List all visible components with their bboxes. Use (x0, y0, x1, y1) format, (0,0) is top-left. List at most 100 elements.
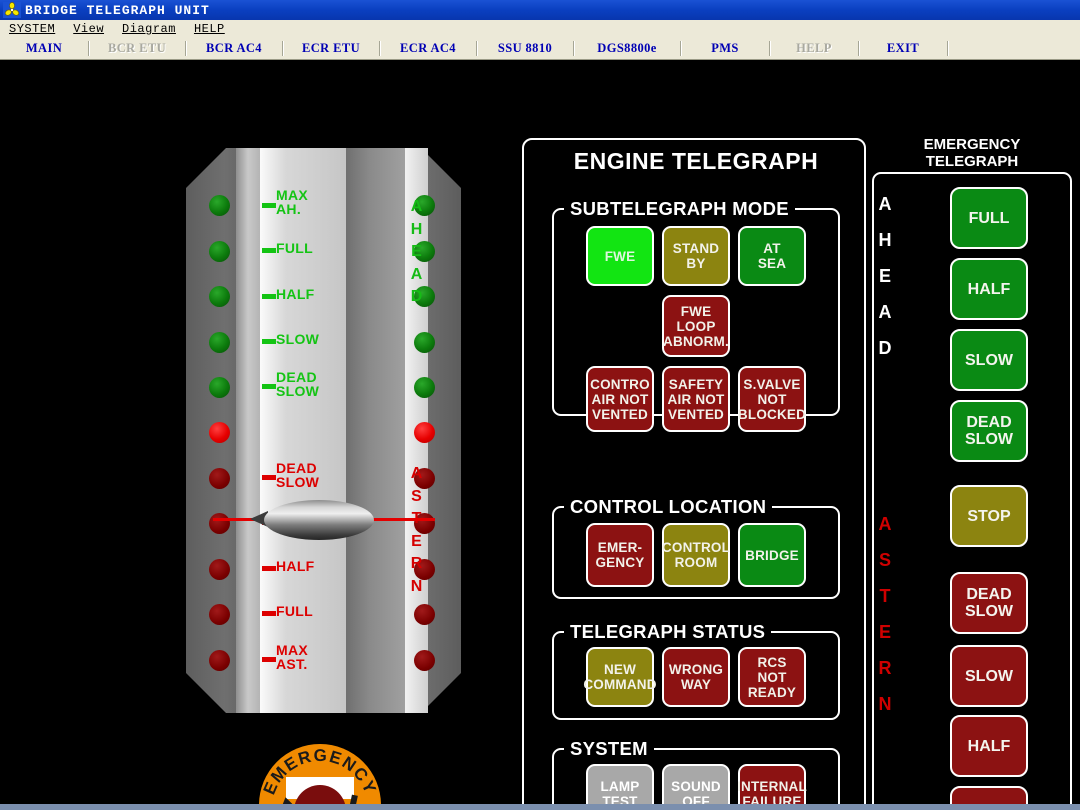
telegraph-lamp-astern-max-left (209, 650, 230, 671)
telegraph-tick-ahead-dead-slow (262, 384, 276, 389)
telegraph-lamp-astern-full-right (414, 604, 435, 625)
emergency-telegraph-astern-letter-a: A (878, 514, 892, 534)
indicator-at-sea[interactable]: AT SEA (738, 226, 806, 286)
emergency-button-astern-dead-slow[interactable]: DEAD SLOW (950, 572, 1028, 634)
telegraph-lamp-ahead-slow-right (414, 332, 435, 353)
indicator-wrong-way[interactable]: WRONG WAY (662, 647, 730, 707)
button-sound-off[interactable]: SOUND OFF (662, 764, 730, 804)
telegraph-pointer-body[interactable] (264, 500, 374, 540)
telegraph-lamp-ahead-half-left (209, 286, 230, 307)
indicator-internal-failure[interactable]: INTERNAL FAILURE (737, 764, 807, 804)
menu-item-view[interactable]: View (64, 22, 113, 36)
emergency-button-ahead-full[interactable]: FULL (950, 187, 1028, 249)
group-telegraph-status: TELEGRAPH STATUS NEW COMMAND WRONG WAY R… (552, 621, 840, 720)
group-control-location-legend: CONTROL LOCATION (570, 496, 767, 517)
emergency-telegraph-ahead-letter-a2: A (878, 302, 892, 322)
telegraph-word-astern: ASTERN (410, 465, 423, 595)
toolbar-button-pms-label: PMS (711, 41, 739, 55)
toolbar-button-main[interactable]: MAIN (0, 38, 88, 59)
telegraph-plate-scale (260, 148, 346, 713)
indicator-new-command[interactable]: NEW COMMAND (583, 647, 657, 707)
group-control-location: CONTROL LOCATION EMER- GENCY CONTROL ROO… (552, 496, 840, 599)
emergency-telegraph-ahead-letter-d: D (878, 338, 892, 358)
toolbar-button-ssu-8810-label: SSU 8810 (497, 41, 553, 55)
emergency-telegraph: EMERGENCY TELEGRAPH A H E A D A S T E R N… (872, 136, 1072, 804)
menu-item-diagram[interactable]: Diagram (113, 22, 185, 36)
telegraph-tick-ahead-full (262, 248, 276, 253)
indicator-control-room[interactable]: CONTROL ROOM (662, 523, 730, 587)
toolbar-button-ecr-ac4[interactable]: ECR AC4 (380, 38, 476, 59)
telegraph-lamp-astern-max-right (414, 650, 435, 671)
menu-item-view-label: View (73, 22, 105, 36)
emergency-button-astern-half[interactable]: HALF (950, 715, 1028, 777)
indicator-bridge[interactable]: BRIDGE (738, 523, 806, 587)
menu-item-system[interactable]: SYSTEM (0, 22, 64, 36)
telegraph-lamp-ahead-slow-left (209, 332, 230, 353)
toolbar-button-ecr-ac4-label: ECR AC4 (400, 41, 456, 55)
telegraph-lamp-stop-right (414, 422, 435, 443)
telegraph-dial[interactable]: MAX AH. FULL HALF SLOW DEAD SLOW DEAD SL… (186, 148, 461, 713)
telegraph-plate-left (236, 148, 260, 713)
indicator-emergency[interactable]: EMER- GENCY (586, 523, 654, 587)
indicator-safety-valve-not-blocked[interactable]: S.VALVE NOT BLOCKED (738, 366, 806, 432)
main-canvas: MAX AH. FULL HALF SLOW DEAD SLOW DEAD SL… (0, 60, 1080, 804)
telegraph-tick-astern-half (262, 566, 276, 571)
group-system-legend: SYSTEM (570, 738, 648, 759)
toolbar-button-pms[interactable]: PMS (681, 38, 769, 59)
emergency-telegraph-astern-letter-r: R (878, 658, 892, 678)
indicator-fwe[interactable]: FWE (586, 226, 654, 286)
toolbar-button-bcr-etu: BCR ETU (89, 38, 185, 59)
toolbar-button-exit-label: EXIT (886, 41, 920, 55)
telegraph-tick-ahead-max (262, 203, 276, 208)
indicator-stand-by[interactable]: STAND BY (662, 226, 730, 286)
emergency-button-astern-slow[interactable]: SLOW (950, 645, 1028, 707)
toolbar-button-ssu-8810[interactable]: SSU 8810 (477, 38, 573, 59)
toolbar: MAIN BCR ETU BCR AC4 ECR ETU ECR AC4 SSU… (0, 38, 1080, 60)
telegraph-tick-astern-full (262, 611, 276, 616)
telegraph-plate-center (346, 148, 405, 713)
telegraph-label-astern-dead-slow: DEAD SLOW (276, 460, 320, 490)
group-subtelegraph-mode: SUBTELEGRAPH MODE FWE STAND BY AT SEA FW… (552, 198, 840, 432)
toolbar-button-exit[interactable]: EXIT (859, 38, 947, 59)
status-bar (0, 804, 1080, 810)
menu-item-help[interactable]: HELP (185, 22, 234, 36)
menubar: SYSTEM View Diagram HELP (0, 20, 1080, 38)
toolbar-button-main-label: MAIN (25, 41, 63, 55)
emergency-button-ahead-dead-slow[interactable]: DEAD SLOW (950, 400, 1028, 462)
emergency-button-stop[interactable]: STOP (950, 485, 1028, 547)
telegraph-label-astern-half: HALF (276, 558, 315, 574)
toolbar-button-help-label: HELP (796, 41, 832, 55)
telegraph-lamp-stop-left (209, 422, 230, 443)
emergency-telegraph-ahead-letter-e: E (878, 266, 891, 286)
emergency-button-astern-full[interactable]: FULL (950, 786, 1028, 804)
indicator-fwe-loop-abnormal[interactable]: FWE LOOP ABNORM. (662, 295, 730, 357)
telegraph-lamp-astern-dead-slow-left (209, 468, 230, 489)
engine-telegraph-panel: ENGINE TELEGRAPH SUBTELEGRAPH MODE FWE S… (522, 138, 866, 804)
button-lamp-test[interactable]: LAMP TEST (586, 764, 654, 804)
telegraph-lamp-astern-full-left (209, 604, 230, 625)
page-title: ENGINE TELEGRAPH (573, 148, 819, 174)
toolbar-button-bcr-ac4[interactable]: BCR AC4 (186, 38, 282, 59)
telegraph-lamp-ahead-full-left (209, 241, 230, 262)
menu-item-system-label: SYSTEM (9, 22, 56, 36)
telegraph-label-ahead-dead-slow: DEAD SLOW (276, 369, 320, 399)
indicator-safety-air-not-vented[interactable]: SAFETY AIR NOT VENTED (662, 366, 730, 432)
propeller-icon (3, 2, 21, 18)
indicator-control-air-not-vented[interactable]: CONTRO AIR NOT VENTED (586, 366, 654, 432)
telegraph-lamp-ahead-dead-slow-right (414, 377, 435, 398)
toolbar-button-help: HELP (770, 38, 858, 59)
telegraph-tick-astern-dead-slow (262, 475, 276, 480)
emergency-stop-button[interactable]: E EMERGENCY STOP (258, 743, 382, 804)
emergency-button-ahead-half[interactable]: HALF (950, 258, 1028, 320)
telegraph-lamp-ahead-dead-slow-left (209, 377, 230, 398)
toolbar-button-dgs8800e-label: DGS8800e (597, 41, 657, 55)
window-titlebar: BRIDGE TELEGRAPH UNIT (0, 0, 1080, 20)
toolbar-button-dgs8800e[interactable]: DGS8800e (574, 38, 680, 59)
telegraph-lamp-ahead-max-left (209, 195, 230, 216)
group-subtelegraph-mode-legend: SUBTELEGRAPH MODE (570, 198, 789, 219)
emergency-button-ahead-slow[interactable]: SLOW (950, 329, 1028, 391)
indicator-rcs-not-ready[interactable]: RCS NOT READY (738, 647, 806, 707)
group-telegraph-status-legend: TELEGRAPH STATUS (570, 621, 766, 642)
telegraph-tick-ahead-slow (262, 339, 276, 344)
toolbar-button-ecr-etu[interactable]: ECR ETU (283, 38, 379, 59)
